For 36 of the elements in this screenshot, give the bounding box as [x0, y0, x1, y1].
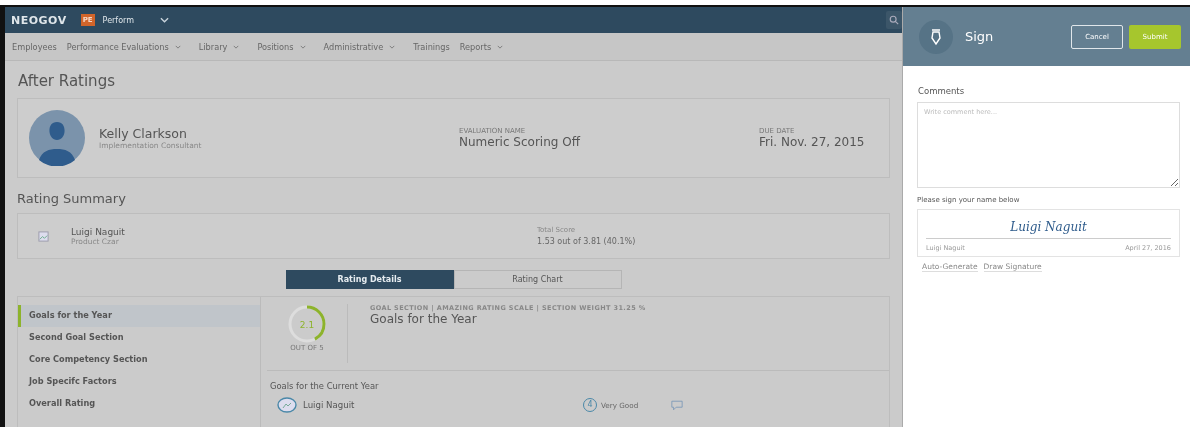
- nav-item[interactable]: Performance Evaluations: [66, 41, 169, 52]
- employee-name: Kelly Clarkson: [99, 126, 188, 141]
- section-title: Rating Summary: [17, 190, 127, 208]
- search-field[interactable]: [886, 11, 902, 29]
- nav-item[interactable]: Library: [198, 41, 228, 52]
- section-item[interactable]: Core Competency Section: [18, 349, 260, 371]
- nav-item[interactable]: Employees: [12, 41, 57, 52]
- view-tab[interactable]: Rating Chart: [453, 270, 622, 289]
- nav-item[interactable]: Administrative: [323, 41, 384, 52]
- product-switcher[interactable]: Perform: [102, 15, 134, 25]
- avatar-icon: [29, 110, 85, 166]
- nav-item[interactable]: Trainings: [413, 41, 450, 52]
- rater-avatar-icon: [277, 397, 297, 413]
- section-item[interactable]: Job Specifc Factors: [18, 371, 260, 393]
- section-heading: Goals for the Year: [370, 312, 478, 326]
- field-value: Fri. Nov. 27, 2015: [759, 135, 865, 149]
- panel-title: Sign: [965, 29, 994, 44]
- broken-image-icon: [38, 230, 49, 242]
- pen-icon: [919, 19, 953, 54]
- section-item[interactable]: Goals for the Year: [18, 305, 260, 327]
- nav-item[interactable]: Positions: [257, 41, 294, 52]
- section-item[interactable]: Second Goal Section: [18, 327, 260, 349]
- rater-name: Luigi Naguit: [71, 226, 126, 237]
- field-value: Numeric Scoring Off: [459, 135, 582, 149]
- comments-label: Comments: [917, 86, 966, 96]
- comment-icon[interactable]: [671, 399, 683, 411]
- section-item[interactable]: Overall Rating: [18, 393, 260, 415]
- brand-logo: NEOGOV: [11, 13, 67, 27]
- page-title: After Ratings: [17, 71, 116, 92]
- rater-name: Luigi Naguit: [303, 400, 356, 410]
- signature: Luigi Naguit: [926, 220, 1171, 239]
- nav-item[interactable]: Reports: [459, 41, 492, 52]
- view-tab[interactable]: Rating Details: [285, 270, 454, 289]
- total-score: 1.53 out of 3.81 (40.1%): [537, 237, 636, 246]
- ring-score: 2.1: [299, 319, 315, 330]
- goal-heading: Goals for the Current Year: [269, 380, 380, 393]
